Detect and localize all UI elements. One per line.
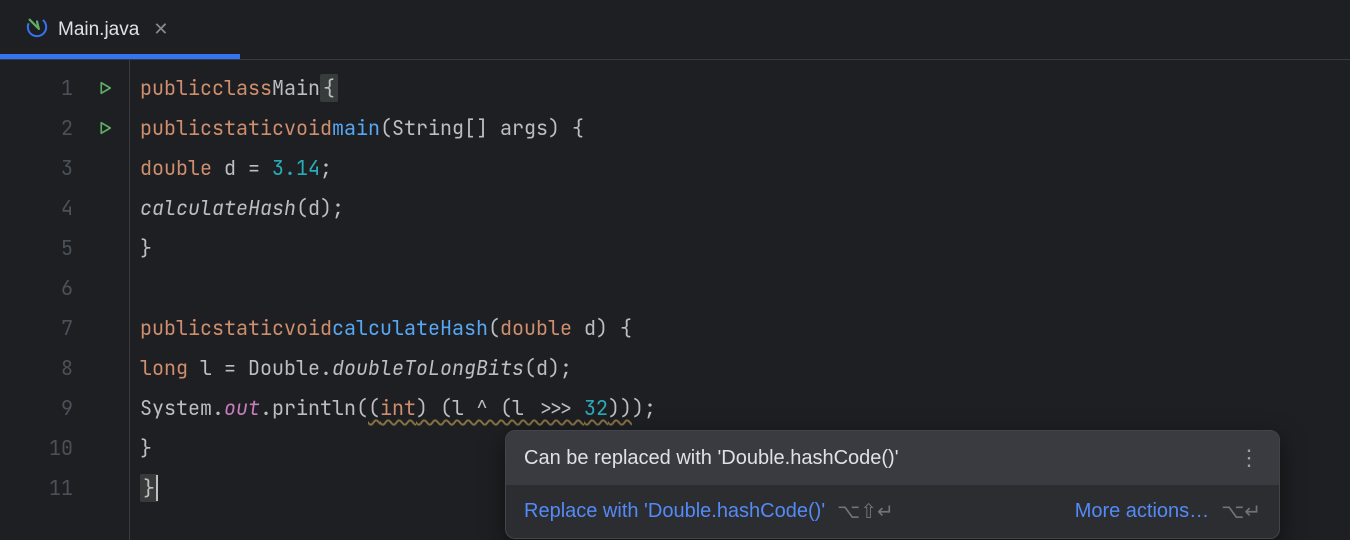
file-tab[interactable]: Main.java ✕ [10, 0, 188, 59]
line-number: 9 [43, 395, 73, 421]
gutter-row: 3 [0, 148, 129, 188]
code-line: double d = 3.14; [140, 148, 1350, 188]
popup-header: Can be replaced with 'Double.hashCode()'… [506, 431, 1279, 485]
close-icon[interactable]: ✕ [149, 19, 172, 40]
line-number: 6 [43, 275, 73, 301]
line-number: 7 [43, 315, 73, 341]
gutter-row: 4 [0, 188, 129, 228]
code-line: public static void calculateHash(double … [140, 308, 1350, 348]
gutter-row: 1 [0, 68, 129, 108]
code-line: calculateHash(d); [140, 188, 1350, 228]
code-line: long l = Double.doubleToLongBits(d); [140, 348, 1350, 388]
tab-label: Main.java [58, 19, 139, 41]
gutter-row: 5 [0, 228, 129, 268]
code-line: public static void main(String[] args) { [140, 108, 1350, 148]
active-tab-indicator [0, 54, 240, 59]
code-line: } [140, 228, 1350, 268]
shortcut-hint: ⌥↵ [1221, 499, 1261, 524]
line-number: 1 [43, 75, 73, 101]
line-number: 2 [43, 115, 73, 141]
run-icon[interactable] [93, 79, 117, 97]
line-number: 5 [43, 235, 73, 261]
gutter-row: 7 [0, 308, 129, 348]
line-number: 8 [43, 355, 73, 381]
line-number: 3 [43, 155, 73, 181]
kebab-icon[interactable]: ⋮ [1238, 445, 1261, 471]
caret [156, 475, 158, 501]
inspection-popup: Can be replaced with 'Double.hashCode()'… [505, 430, 1280, 539]
java-class-icon [26, 16, 48, 43]
more-actions-link[interactable]: More actions… [1075, 500, 1210, 523]
line-number: 4 [43, 195, 73, 221]
gutter-row: 9 [0, 388, 129, 428]
popup-actions: Replace with 'Double.hashCode()' ⌥⇧↵ Mor… [506, 485, 1279, 538]
code-line [140, 268, 1350, 308]
gutter: 1 2 3 4 5 6 7 8 9 10 11 [0, 60, 130, 540]
shortcut-hint: ⌥⇧↵ [837, 499, 894, 524]
quick-fix-link[interactable]: Replace with 'Double.hashCode()' [524, 500, 825, 523]
code-line: System.out.println((int) (l ^ (l >>> 32)… [140, 388, 1350, 428]
gutter-row: 8 [0, 348, 129, 388]
line-number: 10 [43, 435, 73, 461]
tab-bar: Main.java ✕ [0, 0, 1350, 60]
gutter-row: 10 [0, 428, 129, 468]
code-line: public class Main { [140, 68, 1350, 108]
gutter-row: 11 [0, 468, 129, 508]
popup-title: Can be replaced with 'Double.hashCode()' [524, 447, 899, 470]
line-number: 11 [43, 475, 73, 501]
gutter-row: 2 [0, 108, 129, 148]
gutter-row: 6 [0, 268, 129, 308]
run-icon[interactable] [93, 119, 117, 137]
